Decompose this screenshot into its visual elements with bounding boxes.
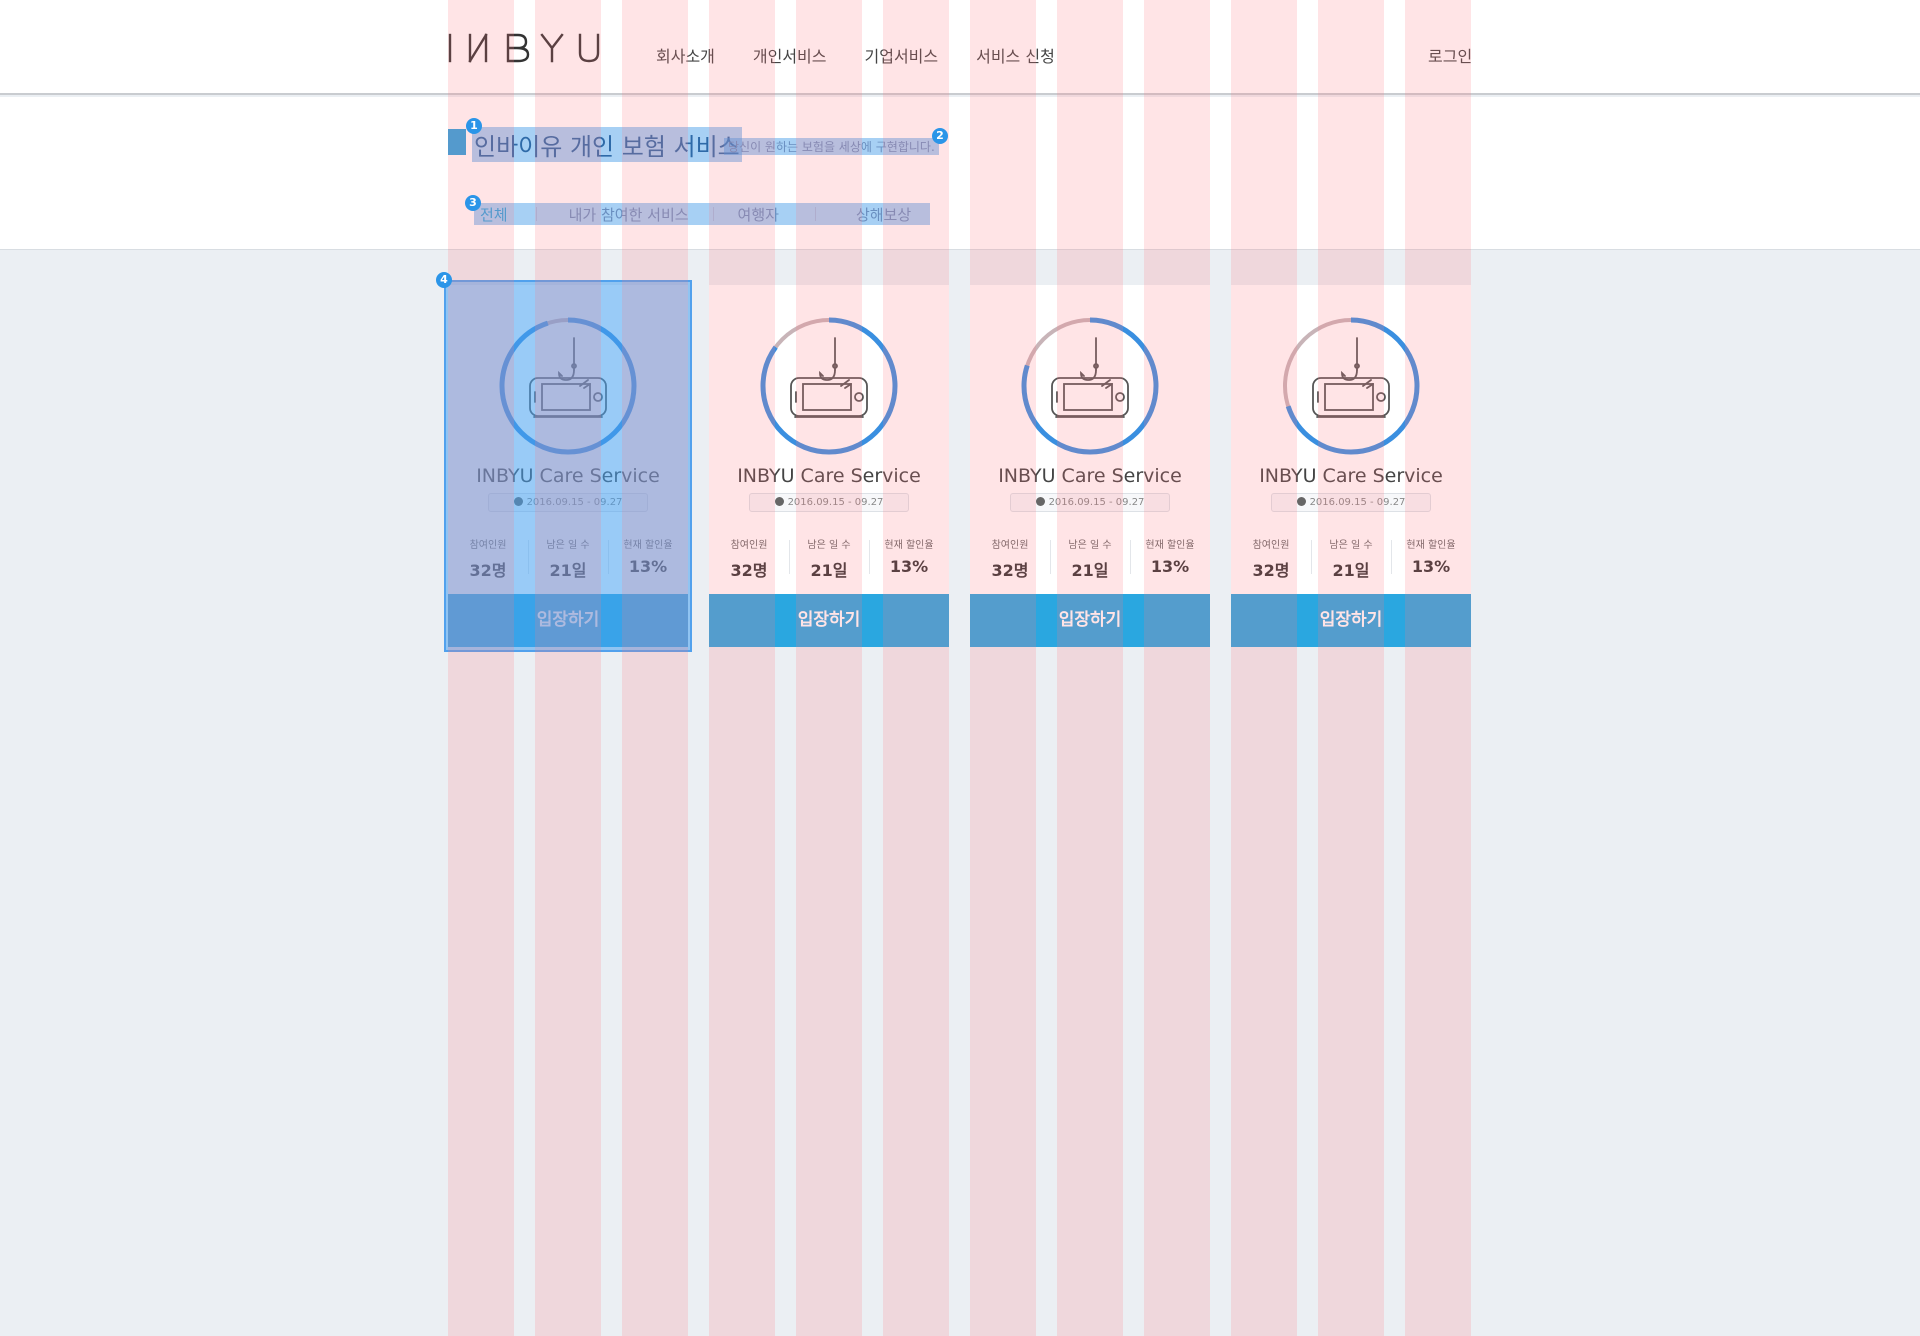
tab-my-services[interactable]: 내가 참여한 서비스: [569, 204, 689, 225]
stat-label: 참여인원: [469, 540, 507, 551]
card-date-text: 2016.09.15 - 09.27: [787, 497, 884, 508]
annotation-marker: 1: [466, 118, 482, 134]
card-date-text: 2016.09.15 - 09.27: [1048, 497, 1145, 508]
clock-icon: [1035, 497, 1045, 506]
enter-button[interactable]: 입장하기: [709, 594, 949, 647]
card-date: 2016.09.15 - 09.27: [749, 493, 909, 512]
enter-button[interactable]: 입장하기: [970, 594, 1210, 647]
stat-value: 32명: [469, 561, 507, 580]
card-stats: 참여인원 32명 남은 일 수 21일 현재 할인율 13%: [709, 536, 949, 581]
stat-label: 참여인원: [730, 540, 768, 551]
phone-hook-icon: [1021, 317, 1159, 455]
clock-icon: [1296, 497, 1306, 506]
stat-label: 현재 할인율: [623, 540, 673, 551]
clock-icon: [774, 497, 784, 506]
tab-divider: [712, 207, 714, 221]
card-title: INBYU Care Service: [998, 465, 1182, 487]
tab-all[interactable]: 전체: [480, 204, 508, 225]
stat-days-left: 남은 일 수 21일: [789, 536, 869, 581]
annotation-marker: 3: [465, 195, 481, 211]
stat-label: 현재 할인율: [884, 540, 934, 551]
tab-injury-compensation[interactable]: 상해보상: [856, 204, 911, 225]
tab-traveler[interactable]: 여행자: [738, 204, 779, 225]
category-tabs: 전체 내가 참여한 서비스 여행자 상해보상: [474, 203, 930, 225]
enter-button[interactable]: 입장하기: [448, 594, 688, 647]
phone-hook-icon: [1282, 317, 1420, 455]
progress-ring: [499, 317, 637, 455]
card-title: INBYU Care Service: [476, 465, 660, 487]
card-title: INBYU Care Service: [1259, 465, 1443, 487]
stat-participants: 참여인원 32명: [709, 536, 789, 581]
stat-value: 13%: [628, 557, 668, 576]
stat-discount: 현재 할인율 13%: [1391, 536, 1471, 581]
nav-item-business-service[interactable]: 기업서비스: [865, 43, 939, 67]
stat-label: 남은 일 수: [807, 540, 851, 551]
card-stats: 참여인원 32명 남은 일 수 21일 현재 할인율 13%: [448, 536, 688, 581]
stat-label: 남은 일 수: [1329, 540, 1373, 551]
service-card[interactable]: INBYU Care Service 2016.09.15 - 09.27 참여…: [709, 285, 949, 647]
stat-value: 21일: [810, 561, 848, 580]
title-accent-bar: [448, 129, 466, 155]
stat-days-left: 남은 일 수 21일: [1311, 536, 1391, 581]
stat-value: 21일: [1071, 561, 1109, 580]
clock-icon: [513, 497, 523, 506]
tab-divider: [535, 207, 537, 221]
annotation-marker: 4: [436, 272, 452, 288]
inbyu-logo[interactable]: [446, 28, 604, 68]
nav-item-service-apply[interactable]: 서비스 신청: [976, 43, 1055, 67]
main-nav: 회사소개 개인서비스 기업서비스 서비스 신청: [656, 43, 1093, 67]
stat-value: 21일: [1332, 561, 1370, 580]
service-card[interactable]: INBYU Care Service 2016.09.15 - 09.27 참여…: [1231, 285, 1471, 647]
page-title: 인바이유 개인 보험 서비스: [472, 127, 742, 162]
nav-item-company[interactable]: 회사소개: [656, 43, 715, 67]
card-date-text: 2016.09.15 - 09.27: [1309, 497, 1406, 508]
stat-value: 13%: [1411, 557, 1451, 576]
tab-divider: [814, 207, 816, 221]
stat-label: 참여인원: [1252, 540, 1290, 551]
stat-label: 현재 할인율: [1406, 540, 1456, 551]
stat-label: 남은 일 수: [1068, 540, 1112, 551]
stat-value: 13%: [1150, 557, 1190, 576]
stat-participants: 참여인원 32명: [970, 536, 1050, 581]
stat-value: 21일: [549, 561, 587, 580]
stat-label: 참여인원: [991, 540, 1029, 551]
stat-label: 남은 일 수: [546, 540, 590, 551]
phone-hook-icon: [760, 317, 898, 455]
card-date: 2016.09.15 - 09.27: [488, 493, 648, 512]
stat-days-left: 남은 일 수 21일: [1050, 536, 1130, 581]
stat-discount: 현재 할인율 13%: [608, 536, 688, 581]
stat-label: 현재 할인율: [1145, 540, 1195, 551]
enter-button[interactable]: 입장하기: [1231, 594, 1471, 647]
top-bar: 회사소개 개인서비스 기업서비스 서비스 신청 로그인: [0, 0, 1920, 95]
stat-discount: 현재 할인율 13%: [1130, 536, 1210, 581]
stat-value: 32명: [1252, 561, 1290, 580]
stat-participants: 참여인원 32명: [448, 536, 528, 581]
login-link[interactable]: 로그인: [1428, 43, 1472, 67]
stat-value: 13%: [889, 557, 929, 576]
stat-value: 32명: [991, 561, 1029, 580]
card-date: 2016.09.15 - 09.27: [1010, 493, 1170, 512]
card-stats: 참여인원 32명 남은 일 수 21일 현재 할인율 13%: [970, 536, 1210, 581]
stat-discount: 현재 할인율 13%: [869, 536, 949, 581]
phone-hook-icon: [499, 317, 637, 455]
card-stats: 참여인원 32명 남은 일 수 21일 현재 할인율 13%: [1231, 536, 1471, 581]
card-title: INBYU Care Service: [737, 465, 921, 487]
stat-days-left: 남은 일 수 21일: [528, 536, 608, 581]
card-date-text: 2016.09.15 - 09.27: [526, 497, 623, 508]
page-subtitle: 당신이 원하는 보험을 세상에 구현합니다.: [724, 138, 939, 155]
stat-participants: 참여인원 32명: [1231, 536, 1311, 581]
service-card[interactable]: INBYU Care Service 2016.09.15 - 09.27 참여…: [970, 285, 1210, 647]
service-card[interactable]: INBYU Care Service 2016.09.15 - 09.27 참여…: [448, 285, 688, 647]
stat-value: 32명: [730, 561, 768, 580]
annotation-marker: 2: [932, 128, 948, 144]
page-header: 인바이유 개인 보험 서비스 당신이 원하는 보험을 세상에 구현합니다. 전체…: [0, 97, 1920, 250]
nav-item-personal-service[interactable]: 개인서비스: [753, 43, 827, 67]
card-date: 2016.09.15 - 09.27: [1271, 493, 1431, 512]
